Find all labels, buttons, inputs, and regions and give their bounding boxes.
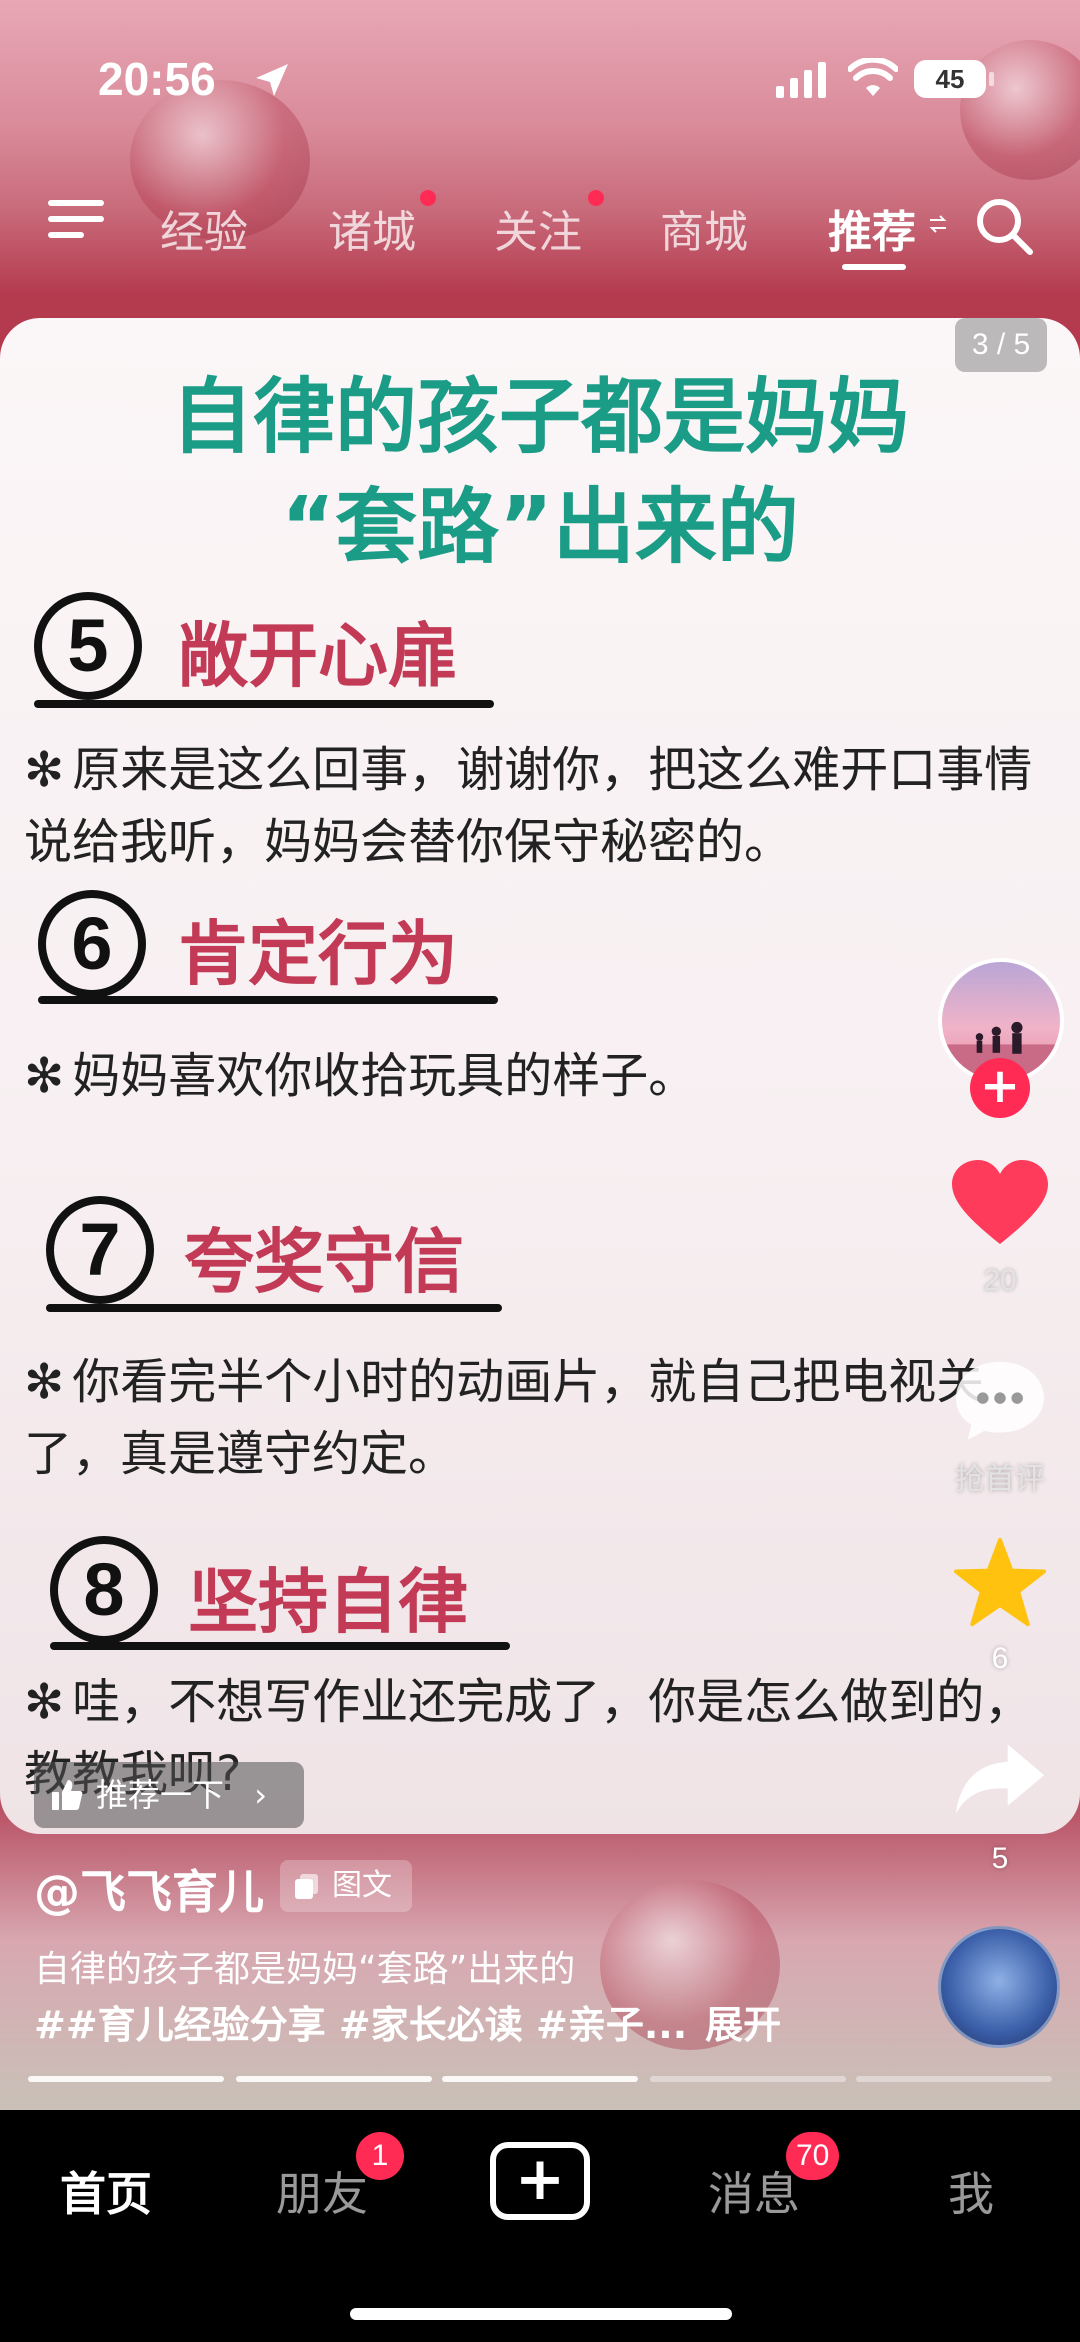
share-count: 5 <box>991 1842 1009 1875</box>
section-text: 妈妈喜欢你收拾玩具的样子。 <box>72 1048 697 1104</box>
nav-friends[interactable]: 朋友 <box>276 2158 368 2224</box>
battery-indicator: 45 <box>914 60 994 98</box>
status-bar: 20:56 45 <box>0 0 1080 150</box>
post-title-line2: “套路”出来的 <box>281 480 799 575</box>
nav-messages[interactable]: 消息 <box>708 2158 800 2224</box>
section-body: ✻ 原来是这么回事，谢谢你，把这么难开口事情说给我听，妈妈会替你保守秘密的。 <box>24 734 1054 878</box>
image-progress-segment <box>856 2076 1052 2082</box>
music-disc[interactable] <box>938 1926 1060 2048</box>
switch-arrows-icon[interactable] <box>928 214 948 234</box>
friends-badge: 1 <box>356 2132 404 2180</box>
like-count: 20 <box>983 1264 1017 1297</box>
section-body: ✻ 妈妈喜欢你收拾玩具的样子。 <box>24 1040 1054 1112</box>
section-title: 敞开心扉 <box>178 615 458 697</box>
image-progress-segment <box>236 2076 432 2082</box>
follow-button[interactable]: + <box>970 1058 1030 1118</box>
section-number: 8 <box>50 1536 158 1644</box>
post-title-line1: 自律的孩子都是妈妈 <box>170 370 909 465</box>
section-number: 5 <box>34 592 142 700</box>
section-number: 7 <box>46 1196 154 1304</box>
image-text-icon <box>295 1874 318 1899</box>
hashtags-text: ##育儿经验分享 #家长必读 #亲子... <box>34 2003 688 2047</box>
bullet-icon: ✻ <box>24 1354 65 1410</box>
tab-experience[interactable]: 经验 <box>160 196 248 260</box>
tab-recommend[interactable]: 推荐 <box>828 196 916 260</box>
bullet-icon: ✻ <box>24 1674 65 1730</box>
author-name[interactable]: @飞飞育儿 <box>34 1856 264 1922</box>
menu-icon[interactable] <box>48 200 104 246</box>
section-title: 肯定行为 <box>178 913 458 995</box>
notification-dot <box>420 190 436 206</box>
comment-bubble-icon[interactable] <box>952 1358 1048 1444</box>
image-progress-segment <box>442 2076 638 2082</box>
section-text: 原来是这么回事，谢谢你，把这么难开口事情说给我听，妈妈会替你保守秘密的。 <box>24 742 1033 870</box>
image-progress-segment <box>650 2076 846 2082</box>
nav-me[interactable]: 我 <box>948 2158 994 2224</box>
section-title: 坚持自律 <box>188 1561 468 1643</box>
favorite-star-icon[interactable] <box>952 1536 1048 1628</box>
section-text: 你看完半个小时的动画片，就自己把电视关了，真是遵守约定。 <box>24 1354 985 1482</box>
favorite-count: 6 <box>991 1642 1009 1675</box>
caption-hashtags[interactable]: ##育儿经验分享 #家长必读 #亲子... 展开 <box>34 1994 781 2049</box>
active-tab-indicator <box>842 264 906 270</box>
recommend-label: 推荐一下 <box>96 1776 225 1814</box>
section-underline <box>34 700 494 708</box>
section-underline <box>46 1304 502 1312</box>
status-time: 20:56 <box>98 53 216 105</box>
tab-zhucheng[interactable]: 诸城 <box>328 196 416 260</box>
tab-mall[interactable]: 商城 <box>660 196 748 260</box>
section-body: ✻ 你看完半个小时的动画片，就自己把电视关了，真是遵守约定。 <box>24 1346 1024 1490</box>
location-arrow-icon <box>256 64 288 96</box>
expand-button[interactable]: 展开 <box>705 2003 781 2047</box>
section-number: 6 <box>38 890 146 998</box>
image-progress-segment <box>28 2076 224 2082</box>
notification-dot <box>588 190 604 206</box>
tab-following[interactable]: 关注 <box>494 196 582 260</box>
nav-home[interactable]: 首页 <box>60 2158 152 2224</box>
create-button[interactable]: + <box>490 2142 590 2220</box>
wifi-icon <box>848 58 898 96</box>
search-icon[interactable] <box>974 196 1034 256</box>
comment-label: 抢首评 <box>955 1463 1045 1496</box>
messages-badge: 70 <box>786 2132 840 2180</box>
section-underline <box>38 996 498 1004</box>
like-heart-icon[interactable] <box>950 1158 1050 1248</box>
section-title: 夸奖守信 <box>184 1221 464 1303</box>
chevron-right-icon: › <box>254 1776 267 1814</box>
thumbs-up-icon <box>52 1780 83 1810</box>
bullet-icon: ✻ <box>24 1048 65 1104</box>
share-arrow-icon[interactable] <box>952 1740 1048 1818</box>
bullet-icon: ✻ <box>24 742 65 798</box>
cellular-signal-icon <box>776 62 826 98</box>
caption-title: 自律的孩子都是妈妈“套路”出来的 <box>34 1949 576 1990</box>
section-underline <box>50 1642 510 1650</box>
home-indicator <box>350 2308 732 2320</box>
